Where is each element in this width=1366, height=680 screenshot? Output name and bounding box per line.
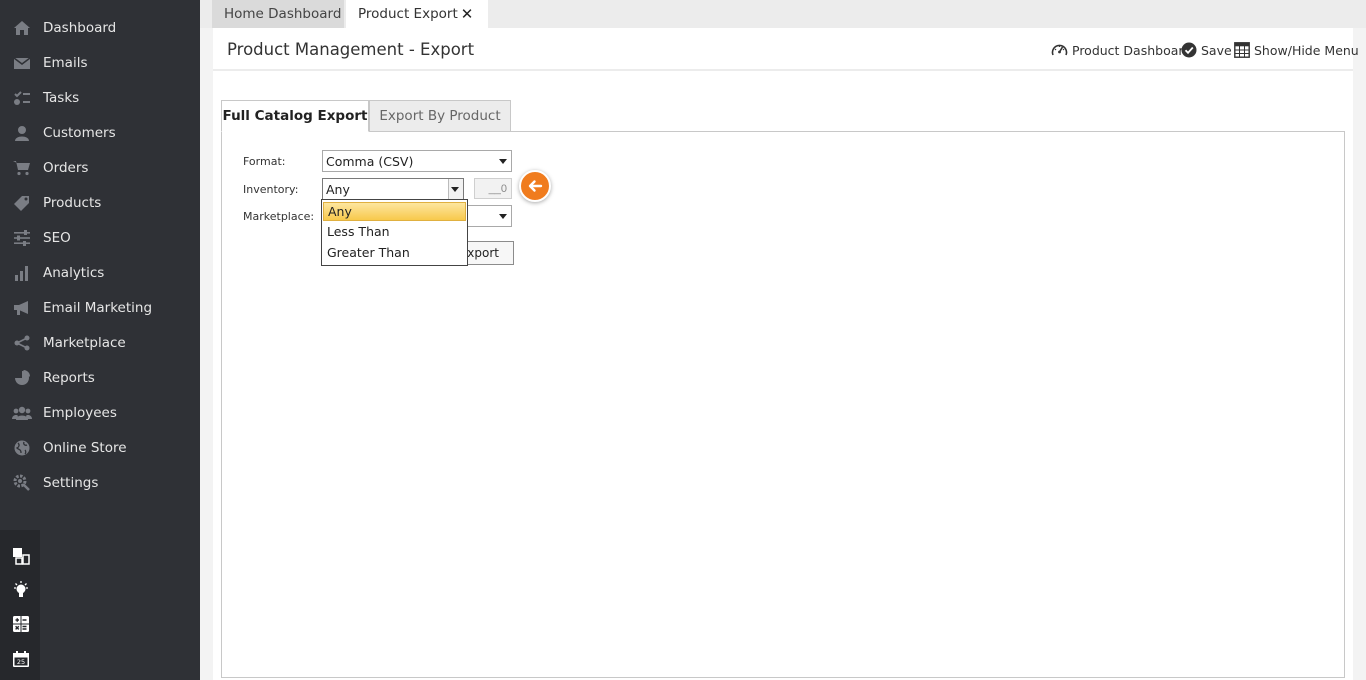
gear-icon (12, 473, 32, 493)
inventory-label: Inventory: (243, 183, 299, 196)
chevron-down-icon (499, 159, 507, 164)
dropdown-option-less-than[interactable]: Less Than (322, 221, 467, 242)
sidebar-tools: 25 (0, 530, 40, 680)
sidebar: Dashboard Emails Tasks Customers Orders … (0, 0, 200, 680)
sidebar-item-online-store[interactable]: Online Store (0, 430, 200, 465)
sidebar-item-analytics[interactable]: Analytics (0, 255, 200, 290)
sidebar-item-dashboard[interactable]: Dashboard (0, 10, 200, 45)
bar-chart-icon (12, 263, 32, 283)
sidebar-item-label: Customers (43, 124, 116, 141)
page-content: Product Management - Export Product Dash… (213, 28, 1359, 680)
tab-label: Export By Product (379, 108, 501, 124)
inventory-quantity-value: __0 (488, 182, 507, 195)
calendar-icon[interactable]: 25 (11, 649, 31, 669)
sidebar-item-label: Email Marketing (43, 299, 153, 316)
inventory-dropdown-list: Any Less Than Greater Than (321, 199, 468, 266)
users-icon (12, 403, 32, 423)
tab-home-dashboard[interactable]: Home Dashboard (212, 0, 344, 28)
calculator-icon[interactable] (11, 614, 31, 634)
sidebar-item-emails[interactable]: Emails (0, 45, 200, 80)
tab-label: Product Export (358, 6, 458, 22)
sidebar-item-label: Analytics (43, 264, 105, 281)
dropdown-option-greater-than[interactable]: Greater Than (322, 242, 467, 263)
save-label: Save (1201, 42, 1232, 58)
cart-icon (12, 158, 32, 178)
pie-chart-icon (12, 368, 32, 388)
sidebar-item-marketplace[interactable]: Marketplace (0, 325, 200, 360)
chevron-down-icon (451, 187, 459, 192)
sidebar-item-label: Settings (43, 474, 99, 491)
sidebar-item-email-marketing[interactable]: Email Marketing (0, 290, 200, 325)
sliders-icon (12, 228, 32, 248)
format-label: Format: (243, 155, 286, 168)
check-circle-icon (1181, 42, 1197, 58)
envelope-icon (12, 53, 32, 73)
sidebar-item-label: Reports (43, 369, 95, 386)
tab-export-by-product[interactable]: Export By Product (369, 100, 511, 132)
inventory-select[interactable]: Any (322, 178, 464, 200)
lightbulb-icon[interactable] (11, 580, 31, 600)
calendar-day: 25 (17, 658, 25, 666)
sidebar-item-label: SEO (43, 229, 71, 246)
format-select[interactable]: Comma (CSV) (322, 150, 512, 172)
tab-label: Full Catalog Export (222, 108, 368, 124)
sidebar-item-label: Employees (43, 404, 117, 421)
format-value: Comma (CSV) (326, 153, 414, 169)
arrow-left-icon (519, 170, 551, 202)
speedometer-icon (1051, 44, 1068, 56)
sidebar-item-tasks[interactable]: Tasks (0, 80, 200, 115)
save-button[interactable]: Save (1181, 40, 1232, 60)
inventory-value: Any (326, 181, 350, 197)
sidebar-item-label: Online Store (43, 439, 127, 456)
sidebar-item-label: Tasks (43, 89, 80, 106)
tab-bar: Home Dashboard Product Export ✕ (200, 0, 1366, 28)
tag-icon (12, 193, 32, 213)
marketplace-label: Marketplace: (243, 210, 315, 223)
chevron-down-icon (499, 214, 507, 219)
sidebar-item-seo[interactable]: SEO (0, 220, 200, 255)
grid-menu-icon (1234, 42, 1250, 58)
sidebar-item-customers[interactable]: Customers (0, 115, 200, 150)
page-title: Product Management - Export (227, 40, 475, 59)
close-icon[interactable]: ✕ (458, 5, 476, 23)
tab-label: Home Dashboard (224, 6, 342, 22)
sidebar-item-employees[interactable]: Employees (0, 395, 200, 430)
sidebar-item-label: Products (43, 194, 102, 211)
user-icon (12, 123, 32, 143)
product-dashboard-label: Product Dashboard (1072, 42, 1192, 58)
inventory-quantity-input[interactable]: __0 (474, 178, 512, 199)
windows-icon[interactable] (11, 546, 31, 566)
tasks-icon (12, 88, 32, 108)
sidebar-item-label: Dashboard (43, 19, 117, 36)
dropdown-option-any[interactable]: Any (323, 202, 466, 221)
sidebar-item-settings[interactable]: Settings (0, 465, 200, 500)
product-dashboard-button[interactable]: Product Dashboard (1051, 40, 1191, 60)
home-icon (12, 18, 32, 38)
share-icon (12, 333, 32, 353)
show-hide-menu-label: Show/Hide Menu (1254, 42, 1359, 58)
page-header: Product Management - Export Product Dash… (213, 28, 1359, 71)
megaphone-icon (12, 298, 32, 318)
sidebar-item-label: Orders (43, 159, 89, 176)
sidebar-item-label: Marketplace (43, 334, 126, 351)
sidebar-item-orders[interactable]: Orders (0, 150, 200, 185)
tab-full-catalog-export[interactable]: Full Catalog Export (221, 100, 369, 132)
globe-icon (12, 438, 32, 458)
show-hide-menu-button[interactable]: Show/Hide Menu (1234, 40, 1359, 60)
sidebar-item-label: Emails (43, 54, 88, 71)
sidebar-item-products[interactable]: Products (0, 185, 200, 220)
sidebar-item-reports[interactable]: Reports (0, 360, 200, 395)
